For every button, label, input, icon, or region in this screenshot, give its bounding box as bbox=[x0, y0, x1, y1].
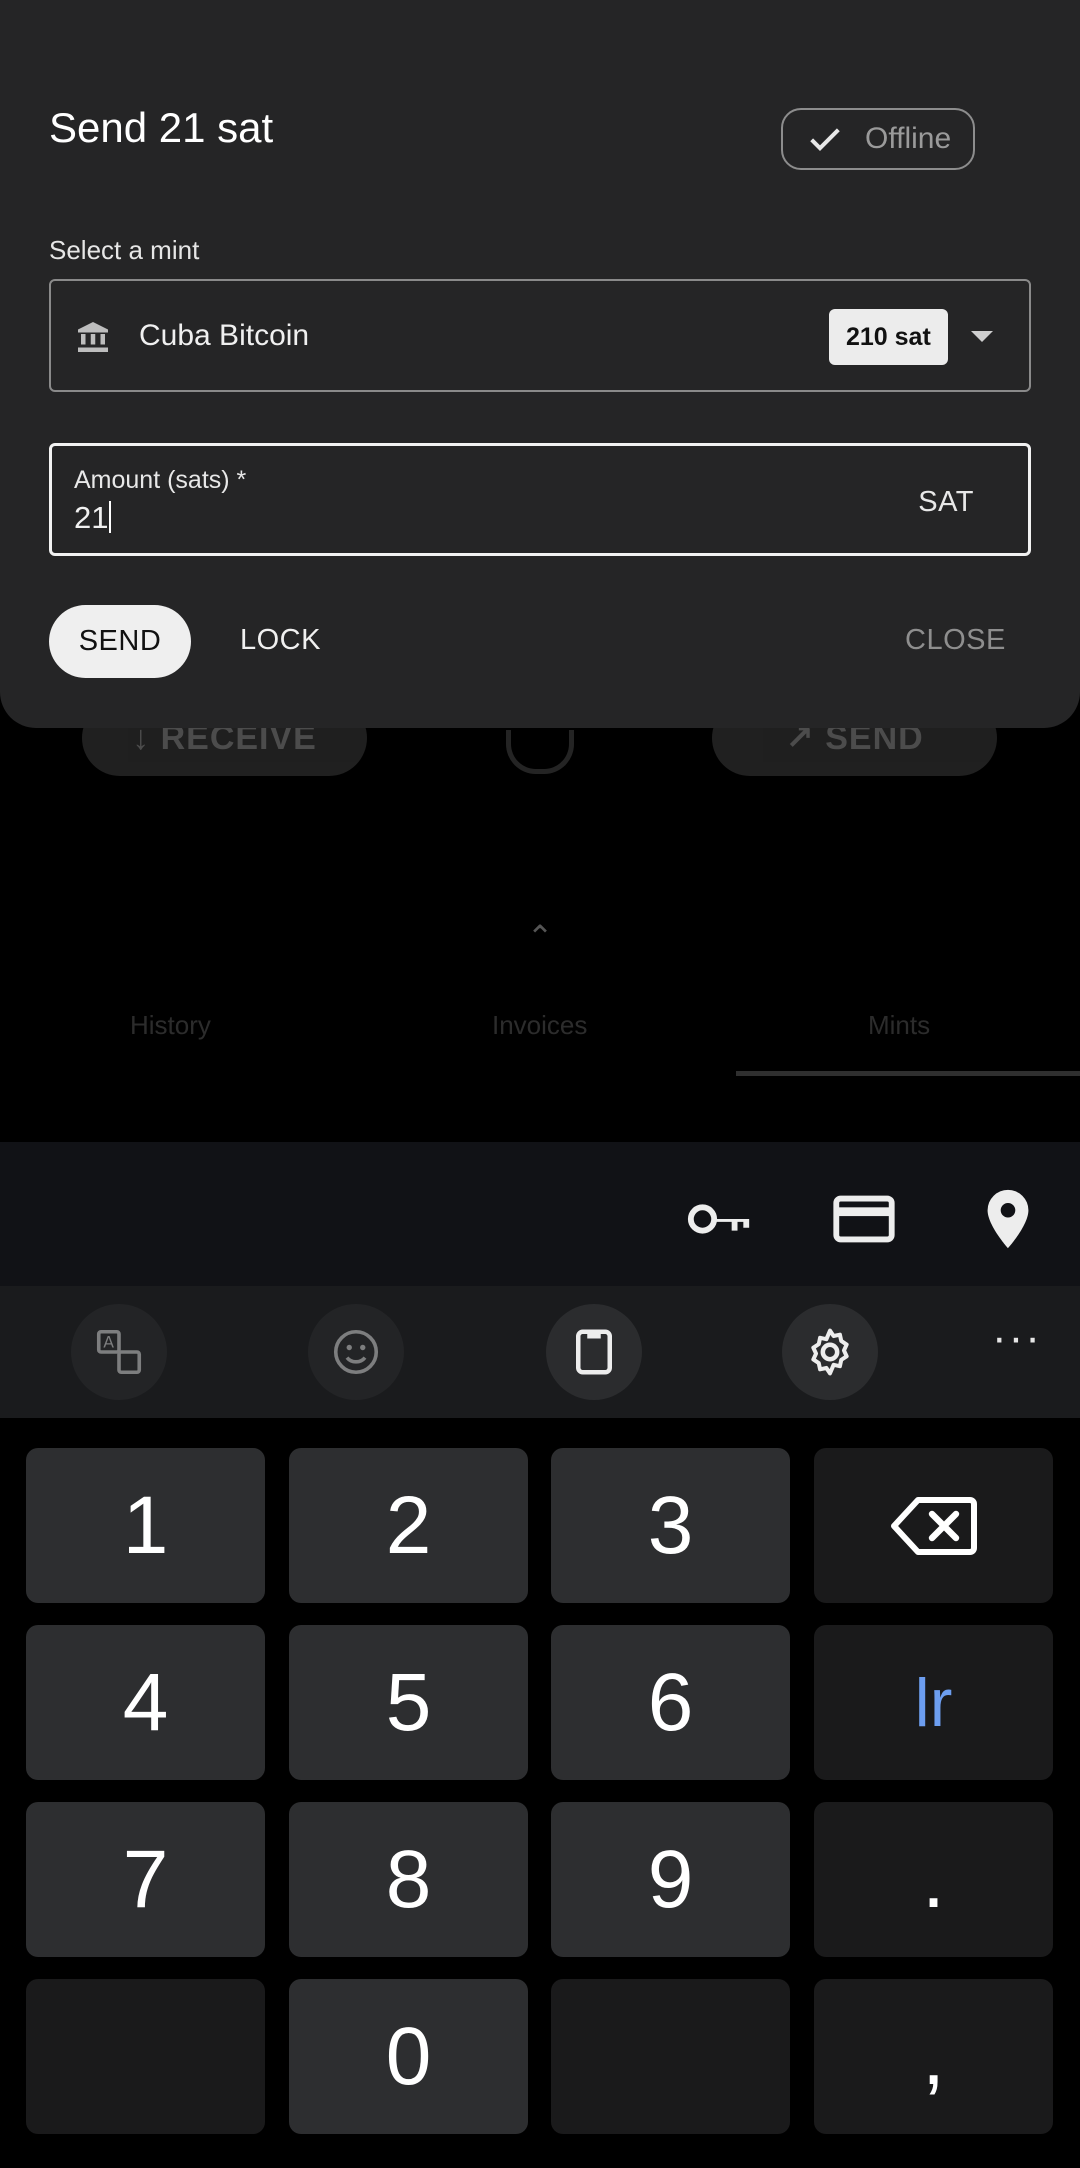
key-1[interactable]: 1 bbox=[26, 1448, 265, 1603]
key-0[interactable]: 0 bbox=[289, 1979, 528, 2134]
mint-name: Cuba Bitcoin bbox=[139, 319, 310, 352]
key-7[interactable]: 7 bbox=[26, 1802, 265, 1957]
amount-input[interactable]: Amount (sats) * 21 SAT bbox=[49, 443, 1031, 556]
bank-icon bbox=[78, 322, 108, 352]
send-dialog: Send 21 sat Offline Select a mint Cuba B… bbox=[0, 0, 1080, 728]
key-8[interactable]: 8 bbox=[289, 1802, 528, 1957]
backspace-icon bbox=[890, 1496, 977, 1555]
key-5[interactable]: 5 bbox=[289, 1625, 528, 1780]
translate-button[interactable]: A bbox=[71, 1304, 167, 1400]
offline-toggle-chip[interactable]: Offline bbox=[781, 108, 975, 170]
background-tab-indicator bbox=[736, 1071, 1080, 1076]
text-cursor bbox=[109, 501, 112, 533]
background-tab-mints: Mints bbox=[868, 1010, 931, 1040]
key-6[interactable]: 6 bbox=[551, 1625, 790, 1780]
key-9[interactable]: 9 bbox=[551, 1802, 790, 1957]
background-tab-history: History bbox=[130, 1010, 211, 1040]
clipboard-button[interactable] bbox=[546, 1304, 642, 1400]
key-comma[interactable]: , bbox=[814, 1979, 1053, 2134]
dialog-title: Send 21 sat bbox=[49, 104, 274, 151]
more-options-icon[interactable]: ··· bbox=[992, 1316, 1040, 1386]
amount-input-label: Amount (sats) * bbox=[74, 466, 247, 494]
emoji-icon bbox=[333, 1329, 379, 1375]
settings-gear-icon bbox=[811, 1328, 849, 1376]
key-icon[interactable] bbox=[685, 1184, 755, 1254]
lr-key[interactable]: lr bbox=[814, 1625, 1053, 1780]
close-button[interactable]: CLOSE bbox=[905, 624, 1006, 657]
credit-card-icon[interactable] bbox=[829, 1184, 899, 1254]
clipboard-icon bbox=[576, 1329, 612, 1375]
background-chevron-up-icon: ⌃ bbox=[526, 919, 554, 955]
key-blank-right[interactable] bbox=[551, 1979, 790, 2134]
keyboard-autofill-bar bbox=[0, 1142, 1080, 1286]
send-button[interactable]: SEND bbox=[49, 605, 191, 678]
key-blank-left[interactable] bbox=[26, 1979, 265, 2134]
key-3[interactable]: 3 bbox=[551, 1448, 790, 1603]
lock-button[interactable]: LOCK bbox=[240, 624, 321, 657]
background-scan-icon bbox=[506, 730, 574, 774]
background-tab-invoices: Invoices bbox=[492, 1010, 588, 1040]
emoji-button[interactable] bbox=[308, 1304, 404, 1400]
svg-text:A: A bbox=[103, 1333, 114, 1352]
mint-select[interactable]: Cuba Bitcoin 210 sat bbox=[49, 279, 1031, 392]
location-pin-icon[interactable] bbox=[973, 1184, 1043, 1254]
keyboard-settings-button[interactable] bbox=[782, 1304, 878, 1400]
amount-value: 21 bbox=[74, 500, 109, 535]
backspace-key[interactable] bbox=[814, 1448, 1053, 1603]
numeric-keypad: 1 2 3 4 5 6 lr 7 8 9 . 0 , bbox=[0, 1418, 1080, 2168]
key-2[interactable]: 2 bbox=[289, 1448, 528, 1603]
translate-icon: A bbox=[96, 1329, 142, 1375]
mint-balance-badge: 210 sat bbox=[829, 309, 948, 365]
mint-select-label: Select a mint bbox=[49, 235, 200, 265]
unit-toggle[interactable]: SAT bbox=[918, 486, 974, 519]
keyboard-toolbar: A ··· bbox=[0, 1286, 1080, 1418]
check-icon bbox=[810, 128, 840, 151]
key-4[interactable]: 4 bbox=[26, 1625, 265, 1780]
dropdown-arrow-icon bbox=[971, 331, 993, 342]
key-period[interactable]: . bbox=[814, 1802, 1053, 1957]
offline-chip-label: Offline bbox=[865, 122, 952, 155]
